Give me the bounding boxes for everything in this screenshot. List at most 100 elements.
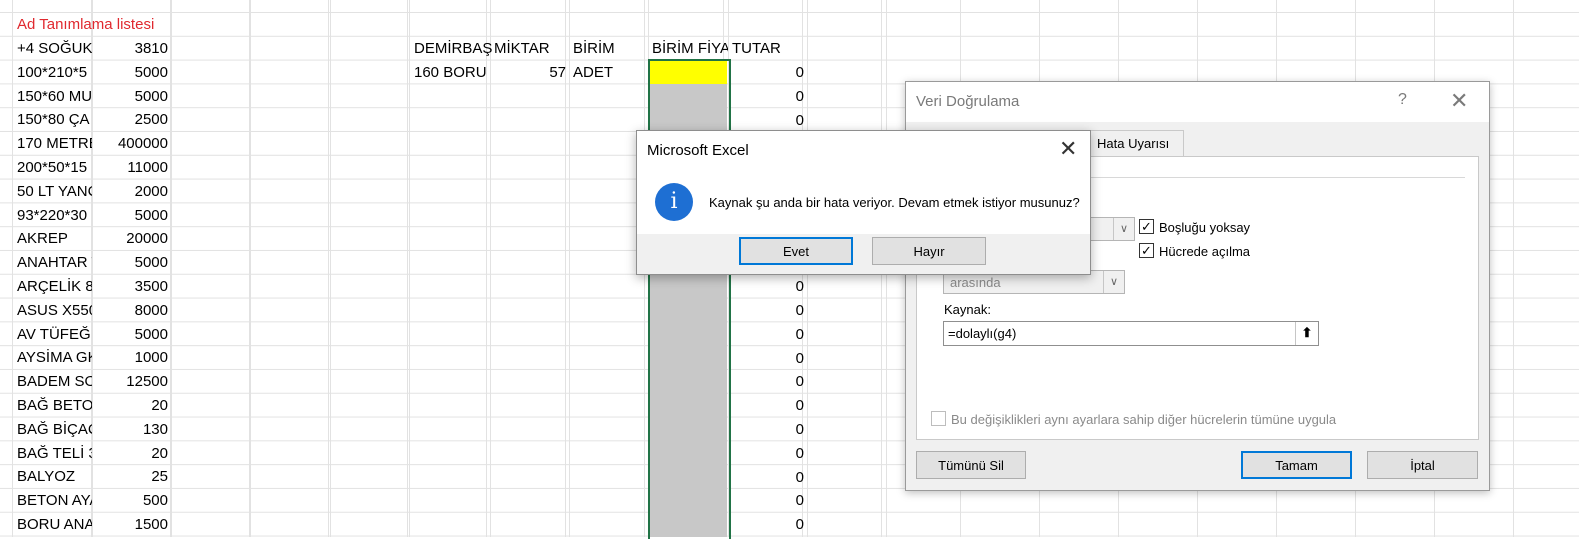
cancel-button[interactable]: İptal bbox=[1367, 451, 1478, 479]
entry-demirbas[interactable]: 160 BORU bbox=[414, 61, 492, 84]
list-item-value[interactable]: 5000 bbox=[94, 85, 168, 108]
list-item-value[interactable]: 5000 bbox=[94, 204, 168, 227]
tutar-cell[interactable]: 0 bbox=[730, 109, 804, 132]
list-item-value[interactable]: 1000 bbox=[94, 346, 168, 369]
tutar-cell[interactable]: 0 bbox=[730, 323, 804, 346]
ignore-blank-label: Boşluğu yoksay bbox=[1159, 220, 1251, 235]
list-item-value[interactable]: 400000 bbox=[94, 132, 168, 155]
list-item-name[interactable]: BAĞ BETOI bbox=[17, 394, 92, 417]
tab-error-alert[interactable]: Hata Uyarısı bbox=[1088, 130, 1184, 156]
list-item-value[interactable]: 2000 bbox=[94, 180, 168, 203]
grid-line bbox=[330, 0, 331, 537]
no-button[interactable]: Hayır bbox=[872, 237, 986, 265]
list-item-value[interactable]: 3810 bbox=[94, 37, 168, 60]
dialog-titlebar[interactable]: Veri Doğrulama ? ✕ bbox=[906, 82, 1489, 122]
list-item-name[interactable]: 150*80 ÇA bbox=[17, 108, 92, 131]
tutar-cell[interactable]: 0 bbox=[730, 61, 804, 84]
message-box: Microsoft Excel ✕ i Kaynak şu anda bir h… bbox=[636, 130, 1091, 275]
source-input[interactable]: =dolaylı(g4) ⬆ bbox=[943, 321, 1319, 346]
collapse-range-icon[interactable]: ⬆ bbox=[1295, 322, 1318, 345]
dialog-title: Veri Doğrulama bbox=[916, 93, 1020, 110]
grid-line bbox=[250, 0, 251, 537]
list-item-name[interactable]: ARÇELİK 80 bbox=[17, 275, 92, 298]
header-demirbas[interactable]: DEMİRBAŞ bbox=[414, 37, 492, 60]
tutar-cell[interactable]: 0 bbox=[730, 299, 804, 322]
list-item-value[interactable]: 20 bbox=[94, 394, 168, 417]
help-icon[interactable]: ? bbox=[1398, 91, 1407, 109]
list-item-name[interactable]: BAĞ TELİ 3 bbox=[17, 442, 92, 465]
tutar-cell[interactable]: 0 bbox=[730, 442, 804, 465]
grid-line bbox=[409, 0, 410, 537]
tutar-cell[interactable]: 0 bbox=[730, 466, 804, 489]
apply-all-label: Bu değişiklikleri aynı ayarlara sahip di… bbox=[951, 412, 1337, 427]
clear-all-button[interactable]: Tümünü Sil bbox=[916, 451, 1026, 479]
list-item-value[interactable]: 25 bbox=[94, 465, 168, 488]
tutar-cell[interactable]: 0 bbox=[730, 418, 804, 441]
entry-birim[interactable]: ADET bbox=[573, 61, 649, 84]
in-cell-dropdown-label: Hücrede açılma bbox=[1159, 244, 1251, 259]
list-item-value[interactable]: 2500 bbox=[94, 108, 168, 131]
list-item-value[interactable]: 1500 bbox=[94, 513, 168, 536]
list-item-name[interactable]: 200*50*15 bbox=[17, 156, 92, 179]
list-item-value[interactable]: 8000 bbox=[94, 299, 168, 322]
ignore-blank-checkbox[interactable]: ✓ bbox=[1139, 219, 1154, 234]
header-miktar[interactable]: MİKTAR bbox=[494, 37, 570, 60]
list-item-name[interactable]: BADEM SO bbox=[17, 370, 92, 393]
list-item-name[interactable]: +4 SOĞUK bbox=[17, 37, 92, 60]
tutar-cell[interactable]: 0 bbox=[730, 394, 804, 417]
list-item-value[interactable]: 3500 bbox=[94, 275, 168, 298]
chevron-down-icon[interactable]: ∨ bbox=[1113, 218, 1134, 240]
tutar-cell[interactable]: 0 bbox=[730, 370, 804, 393]
tutar-cell[interactable]: 0 bbox=[730, 347, 804, 370]
header-birim-fiyat[interactable]: BİRİM FİYAT bbox=[652, 37, 728, 60]
in-cell-dropdown-checkbox[interactable]: ✓ bbox=[1139, 243, 1154, 258]
list-item-value[interactable]: 20000 bbox=[94, 227, 168, 250]
list-item-name[interactable]: 93*220*30 bbox=[17, 204, 92, 227]
list-item-value[interactable]: 11000 bbox=[94, 156, 168, 179]
list-item-value[interactable]: 500 bbox=[94, 489, 168, 512]
list-item-name[interactable]: 150*60 MU bbox=[17, 85, 92, 108]
message-text: Kaynak şu anda bir hata veriyor. Devam e… bbox=[709, 195, 1080, 210]
list-item-name[interactable]: BETON AYA bbox=[17, 489, 92, 512]
apply-all-checkbox[interactable] bbox=[931, 411, 946, 426]
list-item-name[interactable]: BAĞ BİÇAC bbox=[17, 418, 92, 441]
list-item-value[interactable]: 5000 bbox=[94, 323, 168, 346]
list-item-value[interactable]: 5000 bbox=[94, 251, 168, 274]
tutar-cell[interactable]: 0 bbox=[730, 489, 804, 512]
grid-line bbox=[569, 0, 570, 537]
header-birim[interactable]: BİRİM bbox=[573, 37, 649, 60]
list-item-name[interactable]: AV TÜFEĞİ bbox=[17, 323, 92, 346]
entry-miktar[interactable]: 57 bbox=[492, 61, 566, 84]
list-item-value[interactable]: 12500 bbox=[94, 370, 168, 393]
close-icon[interactable]: ✕ bbox=[1059, 136, 1077, 162]
list-item-value[interactable]: 20 bbox=[94, 442, 168, 465]
list-item-name[interactable]: BALYOZ bbox=[17, 465, 92, 488]
message-title: Microsoft Excel bbox=[647, 142, 749, 159]
message-titlebar[interactable]: Microsoft Excel ✕ bbox=[637, 131, 1090, 169]
grid-line bbox=[171, 0, 172, 537]
header-tutar[interactable]: TUTAR bbox=[732, 37, 808, 60]
source-value: =dolaylı(g4) bbox=[948, 326, 1017, 341]
chevron-down-icon[interactable]: ∨ bbox=[1103, 271, 1124, 293]
list-item-name[interactable]: AKREP bbox=[17, 227, 92, 250]
tutar-cell[interactable]: 0 bbox=[730, 85, 804, 108]
list-item-name[interactable]: 100*210*5 bbox=[17, 61, 92, 84]
info-icon: i bbox=[655, 183, 693, 221]
tutar-cell[interactable]: 0 bbox=[730, 513, 804, 536]
grid-line bbox=[92, 0, 93, 537]
ok-button[interactable]: Tamam bbox=[1241, 451, 1352, 479]
list-item-name[interactable]: ANAHTAR T bbox=[17, 251, 92, 274]
list-item-name[interactable]: 50 LT YANC bbox=[17, 180, 92, 203]
list-title[interactable]: Ad Tanımlama listesi bbox=[17, 13, 177, 36]
list-item-value[interactable]: 5000 bbox=[94, 61, 168, 84]
close-icon[interactable]: ✕ bbox=[1450, 88, 1468, 114]
list-item-name[interactable]: BORU ANA bbox=[17, 513, 92, 536]
message-body: i Kaynak şu anda bir hata veriyor. Devam… bbox=[637, 169, 1090, 234]
list-item-name[interactable]: 170 METRE bbox=[17, 132, 92, 155]
yes-button[interactable]: Evet bbox=[739, 237, 853, 265]
data-value: arasında bbox=[950, 275, 1001, 290]
list-item-value[interactable]: 130 bbox=[94, 418, 168, 441]
tutar-cell[interactable]: 0 bbox=[730, 275, 804, 298]
list-item-name[interactable]: ASUS X550 bbox=[17, 299, 92, 322]
list-item-name[interactable]: AYSİMA GK bbox=[17, 346, 92, 369]
